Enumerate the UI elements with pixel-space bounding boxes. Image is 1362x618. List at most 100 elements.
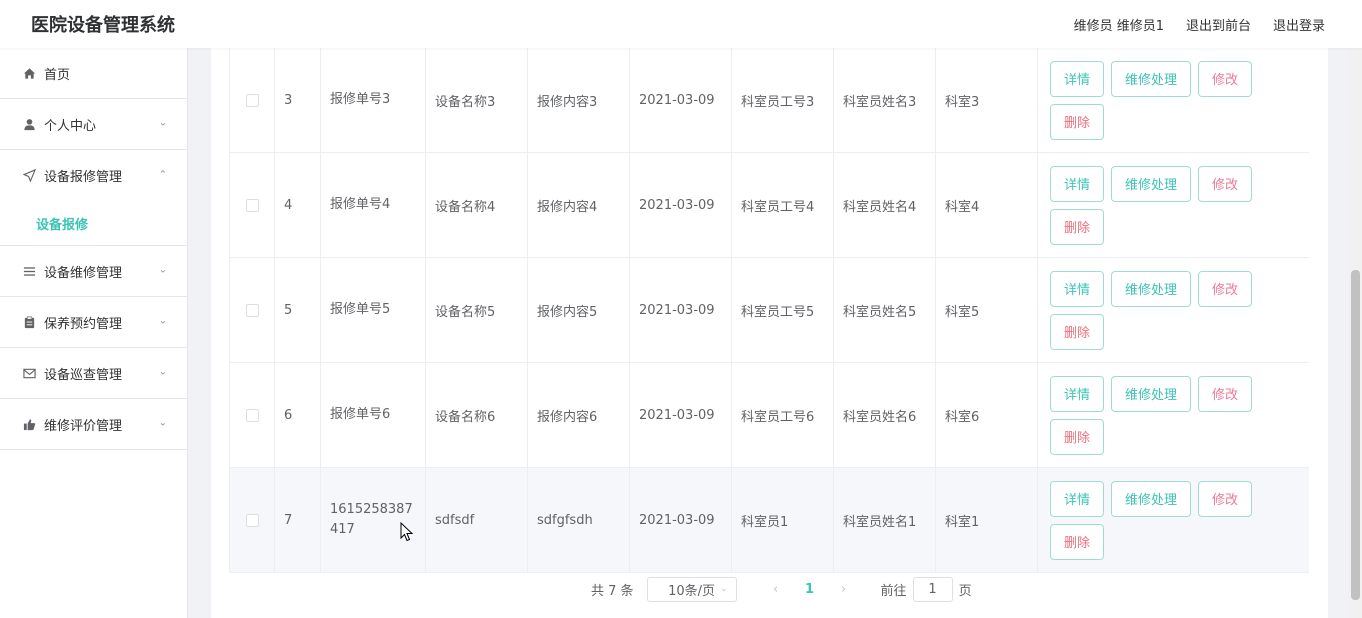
pagination: 共 7 条 10条/页 ⌄ ‹ 1 › 前往 页: [591, 576, 972, 602]
detail-button[interactable]: 详情: [1050, 270, 1105, 307]
sidebar-item-label: 首页: [44, 67, 71, 83]
repair-content: sdfgfsdh: [528, 468, 630, 572]
device-name: 设备名称6: [426, 363, 528, 467]
row-actions: 详情 维修处理 修改 删除: [1038, 48, 1309, 152]
staff-id: 科室员工号3: [732, 48, 834, 152]
row-index: 3: [275, 48, 321, 152]
repair-content: 报修内容4: [528, 153, 630, 257]
edit-button[interactable]: 修改: [1198, 480, 1253, 517]
row-index: 4: [275, 153, 321, 257]
sidebar-item-inspection-mgmt[interactable]: 设备巡查管理 ⌄: [0, 348, 187, 399]
edit-button[interactable]: 修改: [1198, 375, 1253, 412]
row-checkbox[interactable]: [245, 408, 259, 422]
sidebar-item-maintenance-booking[interactable]: 保养预约管理 ⌄: [0, 297, 187, 348]
detail-button[interactable]: 详情: [1050, 60, 1105, 97]
sidebar-item-repair-review[interactable]: 维修评价管理 ⌄: [0, 399, 187, 450]
repair-handle-button[interactable]: 维修处理: [1111, 60, 1192, 97]
sidebar-subitem-label[interactable]: 设备报修: [36, 214, 88, 233]
row-checkbox[interactable]: [245, 513, 259, 527]
app-title: 医院设备管理系统: [31, 15, 175, 36]
row-checkbox[interactable]: [245, 303, 259, 317]
user-icon: [22, 117, 36, 131]
main-content: 3 报修单号3 设备名称3 报修内容3 2021-03-09 科室员工号3 科室…: [211, 48, 1328, 618]
row-checkbox[interactable]: [245, 198, 259, 212]
repair-handle-button[interactable]: 维修处理: [1111, 165, 1192, 202]
department: 科室1: [936, 468, 1038, 572]
sidebar-item-repair-request-mgmt[interactable]: 设备报修管理 ⌃: [0, 150, 187, 201]
department: 科室5: [936, 258, 1038, 362]
goto-page-input[interactable]: [912, 576, 953, 602]
staff-name: 科室员姓名6: [834, 363, 936, 467]
detail-button[interactable]: 详情: [1050, 165, 1105, 202]
chevron-right-icon[interactable]: ›: [827, 582, 861, 597]
row-index: 7: [275, 468, 321, 572]
repair-content: 报修内容6: [528, 363, 630, 467]
repair-date: 2021-03-09: [630, 468, 732, 572]
page-scrollbar-thumb[interactable]: [1351, 270, 1360, 600]
table-row: 7 1615258387417 sdfsdf sdfgfsdh 2021-03-…: [229, 468, 1309, 573]
staff-id: 科室员工号6: [732, 363, 834, 467]
row-actions: 详情 维修处理 修改 删除: [1038, 258, 1309, 362]
clipboard-icon: [22, 315, 36, 329]
sidebar-item-repair-mgmt[interactable]: 设备维修管理 ⌄: [0, 246, 187, 297]
repair-handle-button[interactable]: 维修处理: [1111, 480, 1192, 517]
sidebar-item-label: 设备维修管理: [44, 265, 123, 281]
chevron-left-icon[interactable]: ‹: [759, 582, 793, 597]
chevron-down-icon: ⌄: [158, 366, 167, 378]
edit-button[interactable]: 修改: [1198, 165, 1253, 202]
table-row: 3 报修单号3 设备名称3 报修内容3 2021-03-09 科室员工号3 科室…: [229, 48, 1309, 153]
back-to-front-link[interactable]: 退出到前台: [1186, 15, 1251, 34]
page-number[interactable]: 1: [793, 582, 827, 597]
edit-button[interactable]: 修改: [1198, 270, 1253, 307]
sidebar-item-label: 个人中心: [44, 118, 97, 134]
page-size-value: 10条/页: [668, 583, 716, 599]
delete-button[interactable]: 删除: [1050, 523, 1105, 560]
mouse-cursor-icon: [400, 522, 414, 542]
delete-button[interactable]: 删除: [1050, 103, 1105, 140]
staff-name: 科室员姓名5: [834, 258, 936, 362]
sidebar-item-label: 维修评价管理: [44, 418, 123, 434]
header-actions: 维修员 维修员1 退出到前台 退出登录: [1074, 15, 1325, 34]
page-suffix: 页: [958, 583, 972, 599]
table-row: 6 报修单号6 设备名称6 报修内容6 2021-03-09 科室员工号6 科室…: [229, 363, 1309, 468]
row-index: 6: [275, 363, 321, 467]
sidebar-item-personal-center[interactable]: 个人中心 ⌄: [0, 99, 187, 150]
repair-date: 2021-03-09: [630, 153, 732, 257]
detail-button[interactable]: 详情: [1050, 480, 1105, 517]
chevron-down-icon: ⌄: [158, 315, 167, 327]
row-checkbox[interactable]: [245, 93, 259, 107]
device-name: sdfsdf: [426, 468, 528, 572]
staff-name: 科室员姓名1: [834, 468, 936, 572]
edit-button[interactable]: 修改: [1198, 60, 1253, 97]
sidebar-item-label: 保养预约管理: [44, 316, 123, 332]
delete-button[interactable]: 删除: [1050, 313, 1105, 350]
repair-date: 2021-03-09: [630, 48, 732, 152]
staff-id: 科室员1: [732, 468, 834, 572]
sidebar-subitem-repair-request[interactable]: 设备报修: [0, 201, 187, 246]
list-icon: [22, 264, 36, 278]
page-size-select[interactable]: 10条/页 ⌄: [646, 576, 737, 602]
detail-button[interactable]: 详情: [1050, 375, 1105, 412]
repair-order-no: 报修单号3: [321, 48, 426, 152]
repair-handle-button[interactable]: 维修处理: [1111, 375, 1192, 412]
thumb-icon: [22, 417, 36, 431]
sidebar-item-home[interactable]: 首页: [0, 48, 187, 99]
repair-table: 3 报修单号3 设备名称3 报修内容3 2021-03-09 科室员工号3 科室…: [229, 48, 1309, 573]
delete-button[interactable]: 删除: [1050, 418, 1105, 455]
delete-button[interactable]: 删除: [1050, 208, 1105, 245]
table-row: 4 报修单号4 设备名称4 报修内容4 2021-03-09 科室员工号4 科室…: [229, 153, 1309, 258]
row-actions: 详情 维修处理 修改 删除: [1038, 153, 1309, 257]
top-header: 医院设备管理系统 维修员 维修员1 退出到前台 退出登录: [0, 0, 1362, 48]
table-row: 5 报修单号5 设备名称5 报修内容5 2021-03-09 科室员工号5 科室…: [229, 258, 1309, 363]
row-actions: 详情 维修处理 修改 删除: [1038, 363, 1309, 467]
sidebar: 首页 个人中心 ⌄ 设备报修管理 ⌃ 设备报修 设备维修管理 ⌄ 保养预约管理 …: [0, 48, 188, 618]
department: 科室4: [936, 153, 1038, 257]
chevron-down-icon: ⌄: [158, 117, 167, 129]
total-count: 共 7 条: [591, 583, 634, 599]
repair-order-no: 报修单号6: [321, 363, 426, 467]
device-name: 设备名称5: [426, 258, 528, 362]
logout-link[interactable]: 退出登录: [1273, 15, 1325, 34]
repair-handle-button[interactable]: 维修处理: [1111, 270, 1192, 307]
staff-id: 科室员工号5: [732, 258, 834, 362]
staff-name: 科室员姓名4: [834, 153, 936, 257]
